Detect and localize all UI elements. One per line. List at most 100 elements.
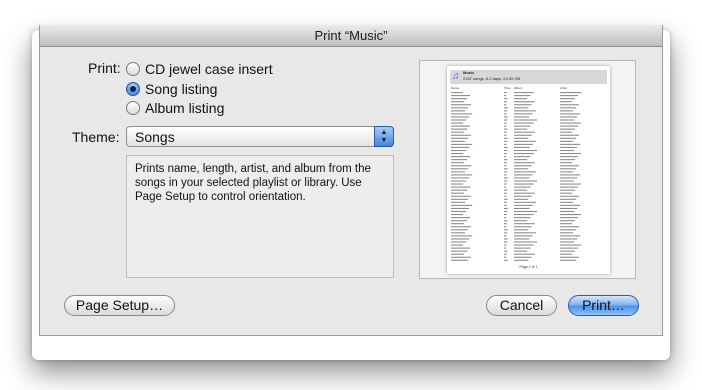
preview-text-line: [514, 226, 532, 228]
preview-text-line: [451, 244, 464, 246]
preview-text-line: [451, 107, 469, 109]
preview-text-line: [504, 131, 507, 133]
preview-text-line: [514, 153, 534, 155]
preview-text-line: [451, 220, 468, 222]
preview-text-line: [514, 195, 532, 197]
preview-page: ♫ Music 2187 songs, 6.2 days, 24.39 GB N…: [447, 66, 610, 274]
preview-text-line: [560, 226, 580, 228]
preview-text-line: [504, 165, 507, 167]
preview-text-line: [504, 128, 508, 130]
preview-text-line: [504, 195, 507, 197]
preview-text-line: [560, 149, 575, 152]
preview-text-line: [504, 238, 508, 240]
cancel-button[interactable]: Cancel: [486, 295, 557, 316]
preview-text-line: [514, 207, 530, 209]
preview-text-line: [451, 128, 468, 130]
preview-text-line: [514, 143, 533, 145]
radio-album-listing[interactable]: Album listing: [126, 99, 224, 117]
preview-text-line: [451, 168, 469, 170]
chevron-up-down-icon[interactable]: ▲ ▼: [374, 126, 394, 147]
preview-text-line: [514, 125, 531, 127]
preview-text-line: [504, 207, 508, 209]
preview-text-line: [451, 149, 467, 152]
preview-text-line: [504, 247, 507, 249]
preview-text-line: [451, 259, 469, 261]
preview-text-line: [560, 223, 573, 225]
preview-text-line: [514, 180, 537, 182]
radio-button-icon[interactable]: [126, 62, 140, 76]
preview-text-line: [504, 153, 507, 155]
preview-text-line: [560, 153, 582, 155]
preview-text-line: [451, 180, 467, 182]
print-preview: ♫ Music 2187 songs, 6.2 days, 24.39 GB N…: [419, 60, 636, 279]
preview-text-line: [504, 101, 507, 103]
preview-text-line: [560, 131, 573, 133]
page-setup-button[interactable]: Page Setup…: [64, 295, 175, 316]
preview-text-line: [451, 232, 466, 234]
preview-text-line: [451, 110, 466, 112]
preview-text-line: [514, 238, 530, 240]
preview-text-line: [560, 220, 576, 222]
preview-text-line: [504, 171, 508, 173]
print-button[interactable]: Print…: [568, 295, 639, 316]
preview-text-line: [560, 241, 575, 243]
preview-text-line: [504, 229, 508, 231]
radio-button-icon[interactable]: [126, 101, 140, 115]
preview-text-line: [451, 235, 473, 237]
preview-text-line: [514, 201, 536, 203]
preview-text-line: [560, 238, 578, 240]
preview-text-line: [514, 244, 534, 246]
radio-label: Album listing: [145, 100, 225, 116]
theme-description: Prints name, length, artist, and album f…: [126, 155, 394, 278]
preview-text-line: [504, 156, 507, 158]
preview-text-line: [451, 198, 469, 200]
preview-text-line: [451, 207, 470, 209]
preview-text-line: [514, 235, 533, 237]
preview-text-line: [560, 107, 577, 109]
preview-text-line: [451, 214, 464, 216]
preview-text-line: [560, 180, 575, 182]
preview-text-line: [560, 174, 581, 176]
preview-text-line: [504, 92, 507, 94]
preview-text-line: [451, 229, 469, 231]
preview-text-line: [560, 156, 579, 158]
preview-text-line: [514, 171, 536, 173]
radio-song-listing[interactable]: Song listing: [126, 80, 217, 98]
preview-text-line: [514, 250, 528, 252]
preview-text-line: [451, 171, 466, 173]
preview-text-line: [514, 101, 535, 103]
preview-col-artist: Artist: [560, 86, 567, 90]
preview-text-line: [514, 122, 534, 124]
preview-text-line: [560, 92, 582, 94]
preview-text-line: [504, 204, 507, 206]
theme-select[interactable]: Songs ▲ ▼: [126, 126, 394, 147]
preview-song-rows: [451, 92, 582, 261]
radio-cd-jewel-case-insert[interactable]: CD jewel case insert: [126, 60, 273, 78]
preview-text-line: [504, 107, 508, 109]
preview-text-line: [560, 159, 576, 161]
preview-text-line: [504, 143, 507, 145]
preview-col-album: Album: [514, 86, 523, 90]
preview-text-line: [514, 217, 531, 219]
preview-text-line: [514, 134, 532, 136]
preview-text-line: [514, 210, 537, 213]
preview-text-line: [560, 119, 575, 121]
preview-text-line: [560, 116, 578, 118]
preview-text-line: [514, 186, 531, 188]
preview-text-line: [451, 247, 471, 249]
preview-text-line: [514, 98, 528, 100]
preview-text-line: [560, 95, 579, 97]
preview-text-line: [514, 131, 535, 133]
radio-button-selected-icon[interactable]: [126, 82, 140, 96]
preview-text-line: [504, 119, 508, 121]
preview-text-line: [560, 253, 573, 255]
preview-text-line: [560, 162, 573, 164]
preview-text-line: [504, 140, 508, 142]
preview-text-line: [504, 183, 507, 185]
preview-text-line: [560, 168, 577, 170]
preview-text-line: [560, 137, 577, 139]
preview-text-line: [560, 201, 574, 203]
preview-text-line: [514, 241, 537, 243]
preview-text-line: [560, 214, 582, 216]
theme-label: Theme:: [72, 129, 120, 145]
